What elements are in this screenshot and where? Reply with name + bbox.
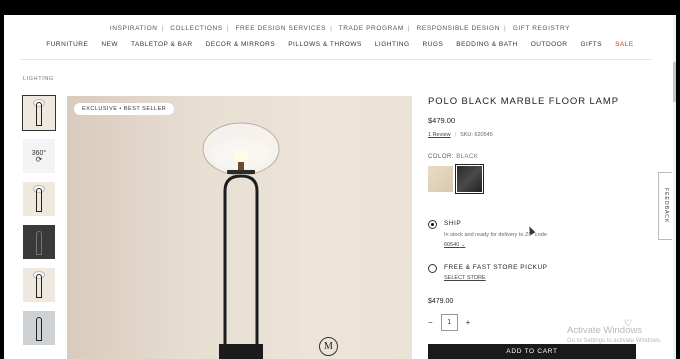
watermark-title: Activate Windows: [567, 325, 642, 336]
select-store-link[interactable]: SELECT STORE: [444, 275, 486, 281]
utility-link-gift-registry[interactable]: GIFT REGISTRY: [513, 25, 570, 32]
nav-lighting[interactable]: LIGHTING: [375, 41, 410, 48]
thumbnail-360-view[interactable]: 360° ⟳: [23, 139, 55, 173]
ship-title: SHIP: [444, 220, 462, 227]
nav-furniture[interactable]: FURNITURE: [46, 41, 88, 48]
nav-outdoor[interactable]: OUTDOOR: [531, 41, 568, 48]
cart-price: $479.00: [428, 298, 454, 305]
utility-link-trade-program[interactable]: TRADE PROGRAM: [339, 25, 404, 32]
zip-code-value: 60540: [444, 242, 460, 248]
pickup-title: FREE & FAST STORE PICKUP: [444, 264, 548, 271]
brand-logo: M: [319, 337, 338, 356]
left-border: [0, 15, 4, 359]
utility-link-collections[interactable]: COLLECTIONS: [170, 25, 222, 32]
quantity-input[interactable]: 1: [440, 314, 458, 331]
feedback-tab[interactable]: FEEDBACK: [658, 172, 672, 240]
nav-sale[interactable]: SALE: [615, 41, 634, 48]
main-nav: FURNITURE NEW TABLETOP & BAR DECOR & MIR…: [0, 41, 680, 48]
swatch-black-marble[interactable]: [455, 164, 484, 194]
product-price: $479.00: [428, 116, 456, 125]
thumbnail-list: 360° ⟳: [22, 95, 56, 354]
color-label-text: COLOR:: [428, 154, 455, 160]
product-meta: 1 Review | SKU: 620545: [428, 132, 493, 138]
breadcrumb[interactable]: LIGHTING: [23, 76, 54, 82]
nav-tabletop-bar[interactable]: TABLETOP & BAR: [131, 41, 193, 48]
utility-link-responsible-design[interactable]: RESPONSIBLE DESIGN: [417, 25, 500, 32]
watermark-subtitle: Go to Settings to activate Windows.: [567, 338, 662, 344]
utility-link-inspiration[interactable]: INSPIRATION: [110, 25, 158, 32]
rotate-icon: ⟳: [35, 154, 43, 164]
zip-code-link[interactable]: 60540 ⌄: [444, 242, 465, 248]
thumbnail-3[interactable]: [23, 182, 55, 216]
product-title: POLO BLACK MARBLE FLOOR LAMP: [428, 96, 619, 107]
utility-link-design-services[interactable]: FREE DESIGN SERVICES: [235, 25, 326, 32]
product-hero-image[interactable]: EXCLUSIVE • BEST SELLER M: [67, 96, 412, 359]
nav-divider: [20, 59, 652, 60]
ship-radio[interactable]: [428, 220, 437, 229]
quantity-stepper: − 1 +: [428, 314, 470, 331]
increase-quantity-button[interactable]: +: [466, 318, 471, 327]
sku-text: SKU: 620545: [460, 132, 493, 138]
right-border: [676, 15, 680, 359]
reviews-link[interactable]: 1 Review: [428, 132, 451, 138]
product-info: POLO BLACK MARBLE FLOOR LAMP $479.00 1 R…: [428, 96, 638, 359]
exclusive-badge: EXCLUSIVE • BEST SELLER: [74, 103, 175, 115]
nav-pillows-throws[interactable]: PILLOWS & THROWS: [288, 41, 362, 48]
thumbnail-1[interactable]: [22, 95, 56, 131]
nav-new[interactable]: NEW: [101, 41, 118, 48]
color-label: COLOR: BLACK: [428, 154, 478, 160]
activate-windows-watermark: Activate Windows Go to Settings to activ…: [567, 325, 662, 344]
decrease-quantity-button[interactable]: −: [428, 318, 433, 327]
scrollbar-thumb[interactable]: [673, 62, 676, 102]
color-value: BLACK: [456, 154, 479, 160]
floor-lamp-illustration: [202, 96, 412, 359]
nav-gifts[interactable]: GIFTS: [580, 41, 602, 48]
add-to-cart-button[interactable]: ADD TO CART: [428, 344, 636, 359]
chevron-down-icon: ⌄: [460, 242, 466, 248]
thumbnail-5[interactable]: [23, 268, 55, 302]
pickup-radio[interactable]: [428, 264, 437, 273]
window-top-bar: [0, 0, 680, 15]
nav-decor-mirrors[interactable]: DECOR & MIRRORS: [206, 41, 276, 48]
nav-bedding-bath[interactable]: BEDDING & BATH: [456, 41, 517, 48]
utility-nav: INSPIRATION | COLLECTIONS | FREE DESIGN SE…: [109, 25, 571, 32]
thumbnail-6[interactable]: [23, 311, 55, 345]
thumbnail-4[interactable]: [23, 225, 55, 259]
nav-rugs[interactable]: RUGS: [423, 41, 444, 48]
swatch-white-marble[interactable]: [428, 166, 453, 192]
